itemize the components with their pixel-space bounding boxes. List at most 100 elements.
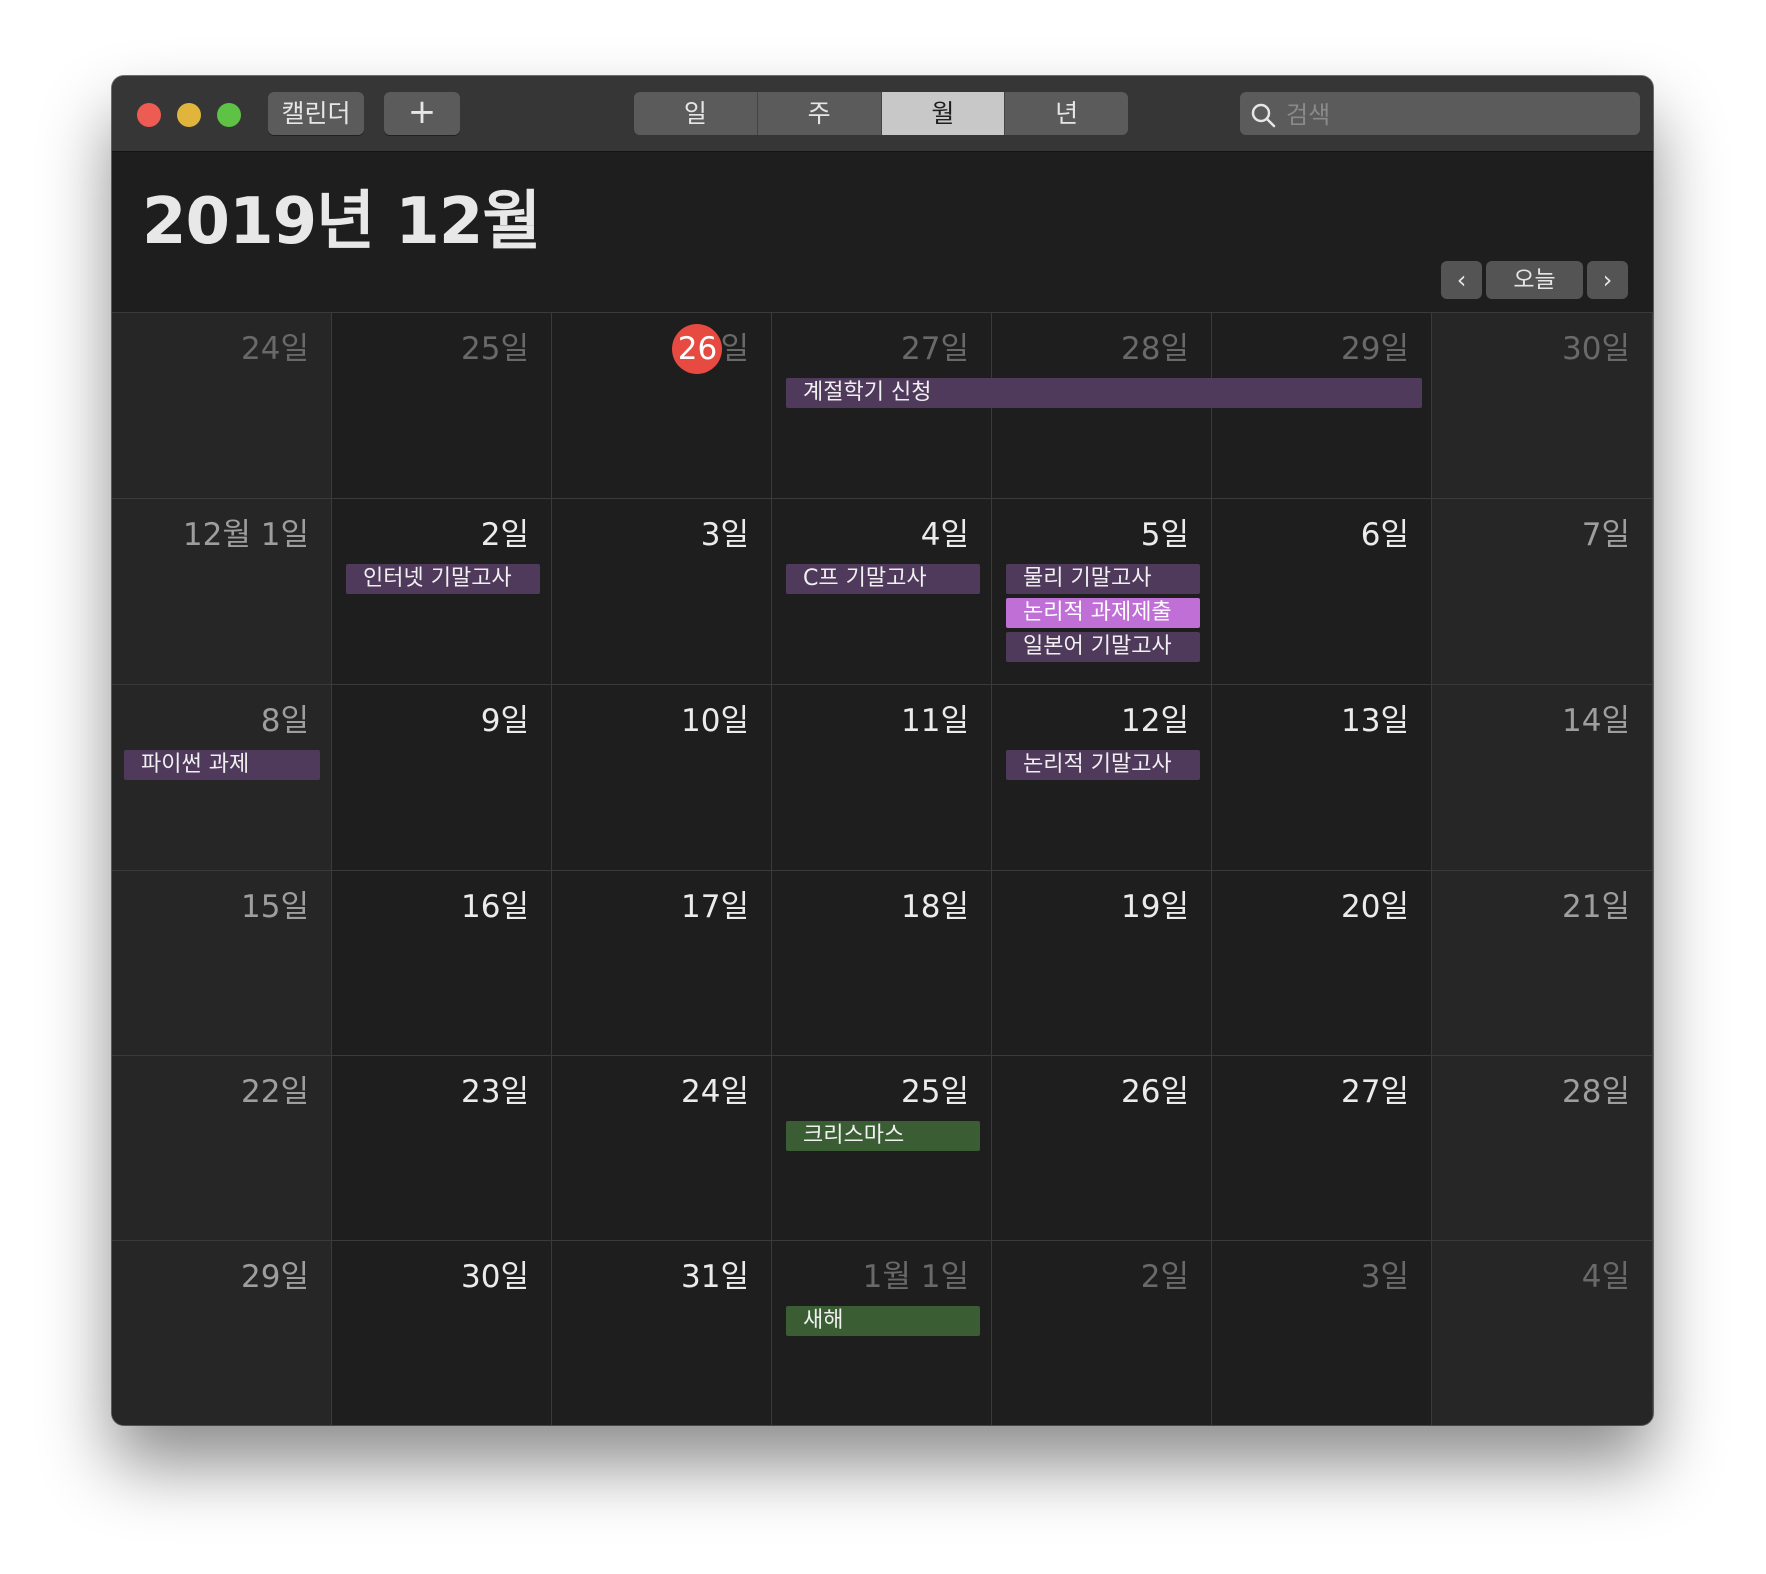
view-year-tab[interactable]: 년 — [1005, 92, 1128, 135]
day-number: 9일 — [480, 703, 529, 739]
day-number: 15일 — [241, 889, 309, 925]
day-number: 12월 1일 — [182, 517, 309, 553]
day-number: 25일 — [461, 331, 529, 367]
day-cell[interactable]: 18일 — [772, 871, 992, 1056]
day-number: 19일 — [1121, 889, 1189, 925]
day-number: 27일 — [1341, 1074, 1409, 1110]
view-switcher: 일 주 월 년 — [634, 92, 1128, 135]
day-number: 5일 — [1140, 517, 1189, 553]
zoom-window-button[interactable] — [217, 103, 241, 127]
view-month-tab[interactable]: 월 — [881, 92, 1006, 135]
day-number: 22일 — [241, 1074, 309, 1110]
day-number: 2일 — [480, 517, 529, 553]
day-cell[interactable]: 15일 — [112, 871, 332, 1056]
day-number: 1월 1일 — [862, 1259, 969, 1295]
day-number: 29일 — [1341, 331, 1409, 367]
event-c-exam[interactable]: C프 기말고사 — [786, 564, 980, 594]
event-logic-submission[interactable]: 논리적 과제제출 — [1006, 598, 1200, 628]
day-number: 24일 — [241, 331, 309, 367]
today-badge: 26 — [672, 324, 723, 374]
day-cell[interactable]: 3일 — [552, 499, 772, 685]
day-number: 23일 — [461, 1074, 529, 1110]
day-cell[interactable]: 28일 — [1432, 1056, 1653, 1241]
day-number: 30일 — [461, 1259, 529, 1295]
event-christmas[interactable]: 크리스마스 — [786, 1121, 980, 1151]
day-cell[interactable]: 26일 — [992, 1056, 1212, 1241]
today-button[interactable]: 오늘 — [1486, 261, 1583, 299]
day-cell[interactable]: 9일 — [332, 685, 552, 871]
day-number: 25일 — [901, 1074, 969, 1110]
page-title: 2019년 12월 — [142, 185, 541, 259]
day-number: 3일 — [1360, 1259, 1409, 1295]
day-number: 7일 — [1581, 517, 1630, 553]
day-number: 26일 — [1121, 1074, 1189, 1110]
calendars-button[interactable]: 캘린더 — [268, 92, 364, 135]
month-grid: 24일 25일 26 일 27일 28일 29일 30일 12월 1일 2일 3일… — [112, 312, 1653, 1425]
day-cell[interactable]: 30일 — [1432, 313, 1653, 499]
next-month-button[interactable]: › — [1587, 261, 1628, 299]
view-week-tab[interactable]: 주 — [758, 92, 882, 135]
day-number: 28일 — [1121, 331, 1189, 367]
day-cell[interactable]: 13일 — [1212, 685, 1432, 871]
event-logic-exam[interactable]: 논리적 기말고사 — [1006, 750, 1200, 780]
day-number: 4일 — [920, 517, 969, 553]
event-japanese-exam[interactable]: 일본어 기말고사 — [1006, 632, 1200, 662]
day-number: 20일 — [1341, 889, 1409, 925]
day-number: 2일 — [1140, 1259, 1189, 1295]
day-cell[interactable]: 14일 — [1432, 685, 1653, 871]
day-number: 4일 — [1581, 1259, 1630, 1295]
day-cell[interactable]: 19일 — [992, 871, 1212, 1056]
day-cell[interactable]: 3일 — [1212, 1241, 1432, 1425]
day-cell[interactable]: 24일 — [552, 1056, 772, 1241]
close-window-button[interactable] — [137, 103, 161, 127]
day-cell[interactable]: 20일 — [1212, 871, 1432, 1056]
event-physics-exam[interactable]: 물리 기말고사 — [1006, 564, 1200, 594]
day-number: 30일 — [1562, 331, 1630, 367]
event-seasonal-registration[interactable]: 계절학기 신청 — [786, 378, 1422, 408]
day-cell[interactable]: 30일 — [332, 1241, 552, 1425]
day-cell[interactable]: 2일 — [992, 1241, 1212, 1425]
event-new-year[interactable]: 새해 — [786, 1306, 980, 1336]
day-cell[interactable]: 16일 — [332, 871, 552, 1056]
search-icon — [1251, 103, 1276, 128]
day-number: 31일 — [681, 1259, 749, 1295]
day-cell[interactable]: 24일 — [112, 313, 332, 499]
day-number: 28일 — [1562, 1074, 1630, 1110]
calendar-window: 캘린더 + 일 주 월 년 2019년 12월 ‹ 오늘 › 일 월 화 수 목… — [112, 76, 1653, 1425]
day-number: 12일 — [1121, 703, 1189, 739]
day-cell[interactable]: 22일 — [112, 1056, 332, 1241]
day-cell[interactable]: 12월 1일 — [112, 499, 332, 685]
today-suffix: 일 — [720, 331, 749, 367]
day-number: 3일 — [700, 517, 749, 553]
day-number: 24일 — [681, 1074, 749, 1110]
day-cell[interactable]: 25일 — [332, 313, 552, 499]
day-number: 6일 — [1360, 517, 1409, 553]
day-cell[interactable]: 10일 — [552, 685, 772, 871]
day-cell[interactable]: 11일 — [772, 685, 992, 871]
day-cell-today[interactable]: 26 일 — [552, 313, 772, 499]
add-event-button[interactable]: + — [384, 92, 460, 135]
day-number: 17일 — [681, 889, 749, 925]
day-cell[interactable]: 31일 — [552, 1241, 772, 1425]
minimize-window-button[interactable] — [177, 103, 201, 127]
day-cell[interactable]: 7일 — [1432, 499, 1653, 685]
day-cell[interactable]: 4일 — [1432, 1241, 1653, 1425]
view-day-tab[interactable]: 일 — [634, 92, 758, 135]
day-number: 14일 — [1562, 703, 1630, 739]
previous-month-button[interactable]: ‹ — [1441, 261, 1482, 299]
day-cell[interactable]: 17일 — [552, 871, 772, 1056]
day-cell[interactable]: 6일 — [1212, 499, 1432, 685]
day-number: 27일 — [901, 331, 969, 367]
titlebar: 캘린더 + 일 주 월 년 — [112, 76, 1653, 152]
day-cell[interactable]: 23일 — [332, 1056, 552, 1241]
event-internet-exam[interactable]: 인터넷 기말고사 — [346, 564, 540, 594]
day-cell[interactable]: 21일 — [1432, 871, 1653, 1056]
event-python-assignment[interactable]: 파이썬 과제 — [124, 750, 320, 780]
day-number: 18일 — [901, 889, 969, 925]
day-cell[interactable]: 27일 — [1212, 1056, 1432, 1241]
search-input[interactable] — [1284, 92, 1628, 137]
day-number: 29일 — [241, 1259, 309, 1295]
day-number: 10일 — [681, 703, 749, 739]
day-cell[interactable]: 29일 — [112, 1241, 332, 1425]
month-header: 2019년 12월 ‹ 오늘 › 일 월 화 수 목 금 토 — [112, 152, 1653, 372]
